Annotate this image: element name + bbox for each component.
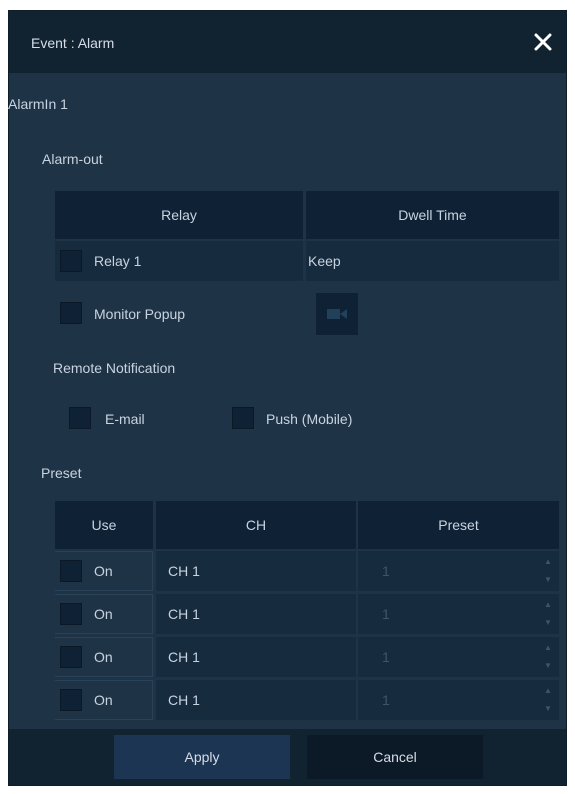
use-checkbox[interactable] [60,603,82,625]
preset-stepper[interactable]: ▲ ▼ [543,599,553,629]
dialog-titlebar: Event : Alarm [9,11,566,73]
ch-value: CH 1 [168,606,200,622]
relay-1-checkbox[interactable] [60,250,82,272]
push-mobile-checkbox[interactable] [232,407,254,429]
camera-select-button[interactable] [316,293,358,335]
ch-select[interactable]: CH 1 [156,637,356,677]
close-icon [534,33,552,51]
alarm-out-section-label: Alarm-out [42,151,103,167]
table-row: On CH 1 1 ▲ ▼ [55,637,559,677]
email-checkbox[interactable] [69,407,91,429]
cancel-button[interactable]: Cancel [307,735,483,779]
preset-value: 1 [382,649,390,665]
preset-column-header: Preset [358,501,559,549]
ch-select[interactable]: CH 1 [156,594,356,634]
preset-spinbox[interactable]: 1 ▲ ▼ [358,637,559,677]
ch-value: CH 1 [168,649,200,665]
preset-stepper[interactable]: ▲ ▼ [543,556,553,586]
dialog-title: Event : Alarm [31,35,115,51]
alarm-out-table-header: Relay Dwell Time [55,191,559,239]
use-label: On [94,606,113,622]
relay-1-label: Relay 1 [94,253,142,269]
chevron-up-icon[interactable]: ▲ [543,599,553,611]
ch-value: CH 1 [168,692,200,708]
chevron-down-icon[interactable]: ▼ [543,617,553,629]
table-row: On CH 1 1 ▲ ▼ [55,551,559,591]
monitor-popup-checkbox[interactable] [60,302,82,324]
preset-stepper[interactable]: ▲ ▼ [543,642,553,672]
use-cell: On [55,594,153,634]
use-column-header: Use [55,501,153,549]
use-checkbox[interactable] [60,689,82,711]
email-label: E-mail [105,411,145,427]
camera-icon [327,309,347,319]
monitor-popup-label: Monitor Popup [94,306,186,322]
chevron-down-icon[interactable]: ▼ [543,574,553,586]
alarm-in-label: AlarmIn 1 [8,96,68,112]
preset-spinbox[interactable]: 1 ▲ ▼ [358,551,559,591]
dialog-footer: Apply Cancel [9,729,566,785]
close-button[interactable] [528,27,558,57]
relay-column-header: Relay [55,191,303,239]
preset-value: 1 [382,563,390,579]
apply-button[interactable]: Apply [114,735,290,779]
push-mobile-label: Push (Mobile) [266,411,353,427]
chevron-down-icon[interactable]: ▼ [543,703,553,715]
use-checkbox[interactable] [60,560,82,582]
use-checkbox[interactable] [60,646,82,668]
chevron-down-icon[interactable]: ▼ [543,660,553,672]
table-row: On CH 1 1 ▲ ▼ [55,680,559,720]
ch-select[interactable]: CH 1 [156,551,356,591]
ch-select[interactable]: CH 1 [156,680,356,720]
chevron-up-icon[interactable]: ▲ [543,642,553,654]
dwell-time-value: Keep [308,253,341,269]
use-cell: On [55,680,153,720]
preset-stepper[interactable]: ▲ ▼ [543,685,553,715]
preset-spinbox[interactable]: 1 ▲ ▼ [358,594,559,634]
use-cell: On [55,551,153,591]
ch-value: CH 1 [168,563,200,579]
relay-cell: Relay 1 [55,241,303,281]
ch-column-header: CH [156,501,356,549]
preset-value: 1 [382,606,390,622]
preset-section-label: Preset [41,465,82,481]
use-cell: On [55,637,153,677]
preset-value: 1 [382,692,390,708]
dwell-time-select[interactable]: Keep [306,241,559,281]
use-label: On [94,692,113,708]
relay-row: Relay 1 Keep [55,241,559,281]
use-label: On [94,563,113,579]
table-row: On CH 1 1 ▲ ▼ [55,594,559,634]
use-label: On [94,649,113,665]
remote-notification-section-label: Remote Notification [53,360,176,376]
chevron-up-icon[interactable]: ▲ [543,556,553,568]
event-alarm-dialog: Event : Alarm AlarmIn 1 Alarm-out Relay … [8,10,567,786]
chevron-up-icon[interactable]: ▲ [543,685,553,697]
dwell-time-column-header: Dwell Time [306,191,559,239]
preset-spinbox[interactable]: 1 ▲ ▼ [358,680,559,720]
